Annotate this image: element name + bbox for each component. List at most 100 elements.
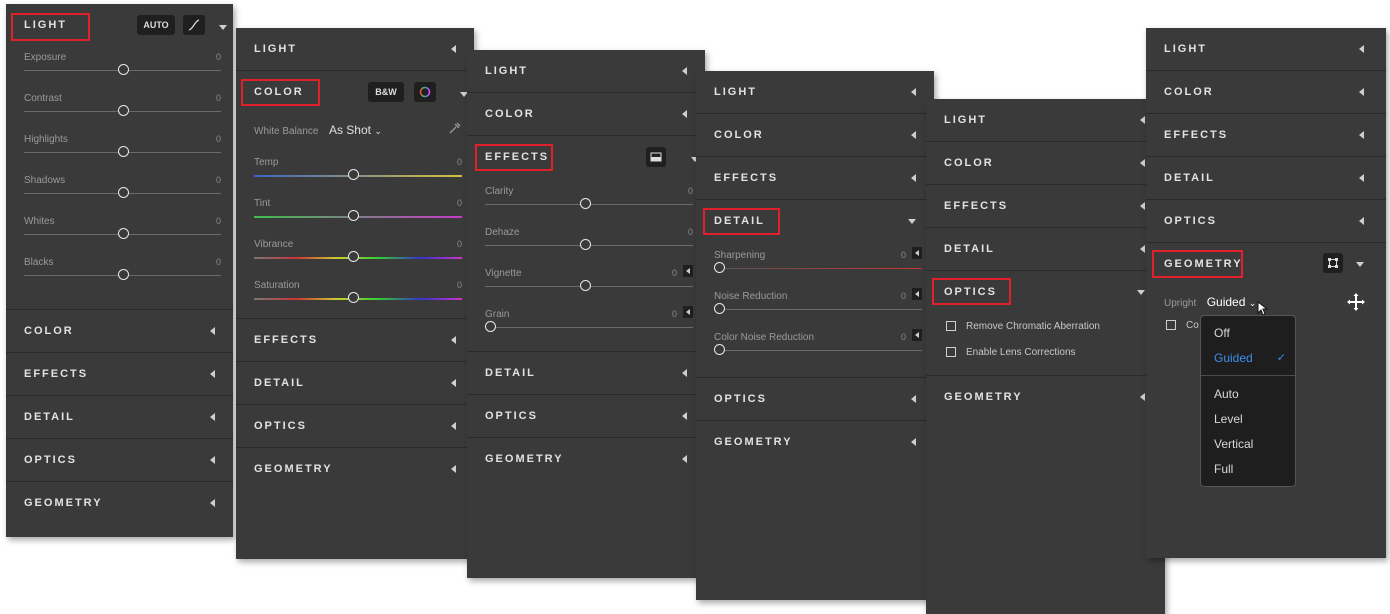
section-color[interactable]: COLOR	[6, 310, 233, 353]
slider-color-noise-reduction[interactable]: Color Noise Reduction 0	[696, 324, 934, 365]
bw-button[interactable]: B&W	[368, 82, 404, 102]
effects-preset-button[interactable]	[646, 147, 666, 167]
slider-knob[interactable]	[348, 169, 359, 180]
checkbox-remove-chromatic-aberration[interactable]: Remove Chromatic Aberration	[926, 313, 1165, 339]
section-title: OPTICS	[485, 410, 538, 422]
slider-shadows[interactable]: Shadows 0	[6, 167, 233, 208]
section-geometry[interactable]: GEOMETRY	[926, 376, 1165, 418]
color-mixer-button[interactable]	[414, 82, 436, 102]
section-detail[interactable]: DETAIL	[926, 228, 1165, 271]
section-detail: DETAIL Sharpening 0 Noise Reduction 0 Colo…	[696, 200, 934, 378]
dropdown-option-level[interactable]: Level	[1201, 406, 1295, 431]
slider-blacks[interactable]: Blacks 0	[6, 249, 233, 290]
checkbox-enable-lens-corrections[interactable]: Enable Lens Corrections	[926, 339, 1165, 365]
slider-exposure[interactable]: Exposure 0	[6, 44, 233, 85]
collapse-arrow-icon[interactable]	[908, 219, 916, 224]
slider-saturation[interactable]: Saturation 0	[236, 272, 474, 313]
section-optics[interactable]: OPTICS	[696, 378, 934, 421]
collapse-arrow-icon[interactable]	[1137, 290, 1145, 295]
slider-knob[interactable]	[580, 280, 591, 291]
slider-dehaze[interactable]: Dehaze 0	[467, 219, 705, 260]
section-light[interactable]: LIGHT	[236, 28, 474, 71]
checkbox[interactable]	[946, 321, 956, 331]
section-effects[interactable]: EFFECTS	[1146, 114, 1386, 157]
expand-arrow-icon	[1359, 174, 1364, 182]
slider-sharpening[interactable]: Sharpening 0	[696, 242, 934, 283]
section-detail[interactable]: DETAIL	[467, 352, 705, 395]
slider-vibrance[interactable]: Vibrance 0	[236, 231, 474, 272]
slider-knob[interactable]	[485, 321, 496, 332]
section-light[interactable]: LIGHT	[467, 50, 705, 93]
constrain-checkbox-row[interactable]: Co	[1166, 317, 1199, 333]
slider-knob[interactable]	[118, 64, 129, 75]
section-color[interactable]: COLOR	[1146, 71, 1386, 114]
section-optics[interactable]: OPTICS	[236, 405, 474, 448]
upright-select[interactable]: Guided ⌄	[1207, 295, 1257, 309]
section-optics[interactable]: OPTICS	[6, 439, 233, 482]
slider-label: Sharpening	[714, 250, 766, 261]
dropdown-option-guided[interactable]: Guided ✓	[1201, 345, 1295, 370]
section-light[interactable]: LIGHT	[696, 71, 934, 114]
section-detail[interactable]: DETAIL	[236, 362, 474, 405]
section-optics[interactable]: OPTICS	[467, 395, 705, 438]
slider-knob[interactable]	[348, 251, 359, 262]
slider-knob[interactable]	[580, 198, 591, 209]
slider-knob[interactable]	[714, 262, 725, 273]
section-light[interactable]: LIGHT	[926, 99, 1165, 142]
auto-button[interactable]: AUTO	[137, 15, 175, 35]
section-geometry[interactable]: GEOMETRY	[696, 421, 934, 463]
slider-contrast[interactable]: Contrast 0	[6, 85, 233, 126]
white-balance-row: White Balance As Shot ⌄	[254, 121, 462, 139]
collapse-arrow-icon[interactable]	[219, 25, 227, 30]
slider-knob[interactable]	[714, 344, 725, 355]
slider-knob[interactable]	[118, 269, 129, 280]
slider-clarity[interactable]: Clarity 0	[467, 178, 705, 219]
eyedropper-icon[interactable]	[448, 121, 462, 135]
slider-knob[interactable]	[348, 292, 359, 303]
white-balance-select[interactable]: As Shot ⌄	[329, 123, 382, 137]
expand-arrow-icon	[210, 499, 215, 507]
slider-value: 0	[671, 309, 677, 319]
section-effects[interactable]: EFFECTS	[6, 353, 233, 396]
collapse-arrow-icon[interactable]	[1356, 262, 1364, 267]
slider-highlights[interactable]: Highlights 0	[6, 126, 233, 167]
section-detail[interactable]: DETAIL	[1146, 157, 1386, 200]
dropdown-option-off[interactable]: Off	[1201, 320, 1295, 345]
section-effects[interactable]: EFFECTS	[236, 319, 474, 362]
slider-knob[interactable]	[118, 187, 129, 198]
dropdown-option-full[interactable]: Full	[1201, 456, 1295, 481]
checkbox[interactable]	[946, 347, 956, 357]
slider-tint[interactable]: Tint 0	[236, 190, 474, 231]
slider-grain[interactable]: Grain 0	[467, 301, 705, 342]
checkbox[interactable]	[1166, 320, 1176, 330]
slider-knob[interactable]	[714, 303, 725, 314]
slider-knob[interactable]	[348, 210, 359, 221]
section-color[interactable]: COLOR	[696, 114, 934, 157]
slider-knob[interactable]	[580, 239, 591, 250]
slider-noise-reduction[interactable]: Noise Reduction 0	[696, 283, 934, 324]
section-optics[interactable]: OPTICS	[1146, 200, 1386, 243]
move-crosshair-icon[interactable]	[1346, 292, 1366, 312]
dropdown-option-vertical[interactable]: Vertical	[1201, 431, 1295, 456]
guided-upright-tool-button[interactable]	[1323, 253, 1343, 273]
dropdown-option-auto[interactable]: Auto	[1201, 381, 1295, 406]
section-title: COLOR	[485, 108, 535, 120]
slider-value: 0	[215, 52, 221, 62]
slider-knob[interactable]	[118, 228, 129, 239]
slider-vignette[interactable]: Vignette 0	[467, 260, 705, 301]
slider-knob[interactable]	[118, 105, 129, 116]
section-detail[interactable]: DETAIL	[6, 396, 233, 439]
section-geometry[interactable]: GEOMETRY	[467, 438, 705, 480]
section-effects[interactable]: EFFECTS	[696, 157, 934, 200]
slider-temp[interactable]: Temp 0	[236, 149, 474, 190]
tone-curve-button[interactable]	[183, 15, 205, 35]
section-color[interactable]: COLOR	[467, 93, 705, 136]
section-title: OPTICS	[24, 454, 77, 466]
section-geometry[interactable]: GEOMETRY	[236, 448, 474, 490]
section-effects[interactable]: EFFECTS	[926, 185, 1165, 228]
section-color[interactable]: COLOR	[926, 142, 1165, 185]
slider-knob[interactable]	[118, 146, 129, 157]
section-light[interactable]: LIGHT	[1146, 28, 1386, 71]
section-geometry[interactable]: GEOMETRY	[6, 482, 233, 524]
slider-whites[interactable]: Whites 0	[6, 208, 233, 249]
